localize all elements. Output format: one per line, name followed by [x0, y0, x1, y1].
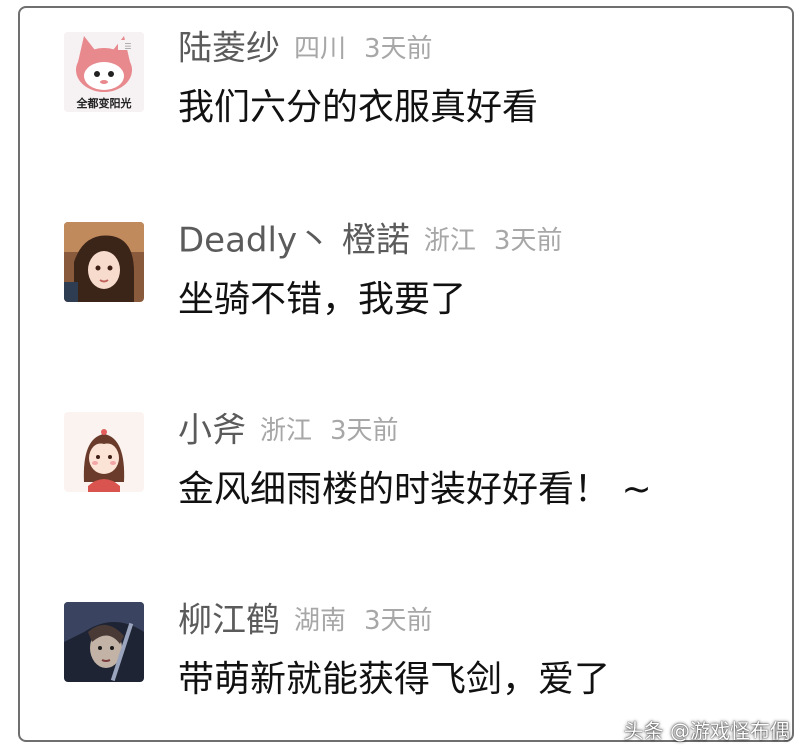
location: 浙江	[423, 225, 476, 256]
username[interactable]: Deadly丶 橙諾	[178, 221, 410, 261]
timestamp: 3天前	[493, 225, 563, 256]
comment-meta: 陆菱纱 四川 3天前	[178, 26, 433, 70]
comment-text: 坐骑不错，我要了	[178, 279, 467, 320]
location: 湖南	[294, 605, 347, 636]
avatar-caption: 全都变阳光	[76, 96, 132, 110]
warrior-avatar-icon[interactable]	[64, 602, 144, 682]
svg-text:☰: ☰	[124, 42, 131, 51]
anime-girl-avatar-icon[interactable]	[64, 222, 144, 302]
location: 四川	[294, 33, 347, 64]
comment-meta: 柳江鹤 湖南 3天前	[178, 598, 433, 642]
username[interactable]: 柳江鹤	[178, 601, 280, 641]
location: 浙江	[260, 415, 313, 446]
comment-meta: Deadly丶 橙諾 浙江 3天前	[178, 218, 562, 262]
comment-text: 金风细雨楼的时装好好看！ ~	[178, 469, 652, 510]
comment-text: 我们六分的衣服真好看	[178, 87, 539, 128]
kuromi-avatar-icon[interactable]: ☰ 全都变阳光	[64, 32, 144, 112]
cartoon-girl-avatar-icon[interactable]	[64, 412, 144, 492]
username[interactable]: 小斧	[178, 411, 246, 451]
comment-text: 带萌新就能获得飞剑，爱了	[178, 659, 611, 700]
watermark: 头条 @游戏怪布偶	[623, 719, 790, 743]
timestamp: 3天前	[364, 33, 433, 64]
timestamp: 3天前	[364, 605, 433, 636]
username[interactable]: 陆菱纱	[178, 29, 280, 69]
comment-meta: 小斧 浙江 3天前	[178, 408, 399, 452]
timestamp: 3天前	[330, 415, 399, 446]
comment-list-panel: ☰ 全都变阳光 陆菱纱 四川 3天前 我们六分的衣服真好看 Deadly丶 橙諾 浙江…	[18, 6, 794, 742]
